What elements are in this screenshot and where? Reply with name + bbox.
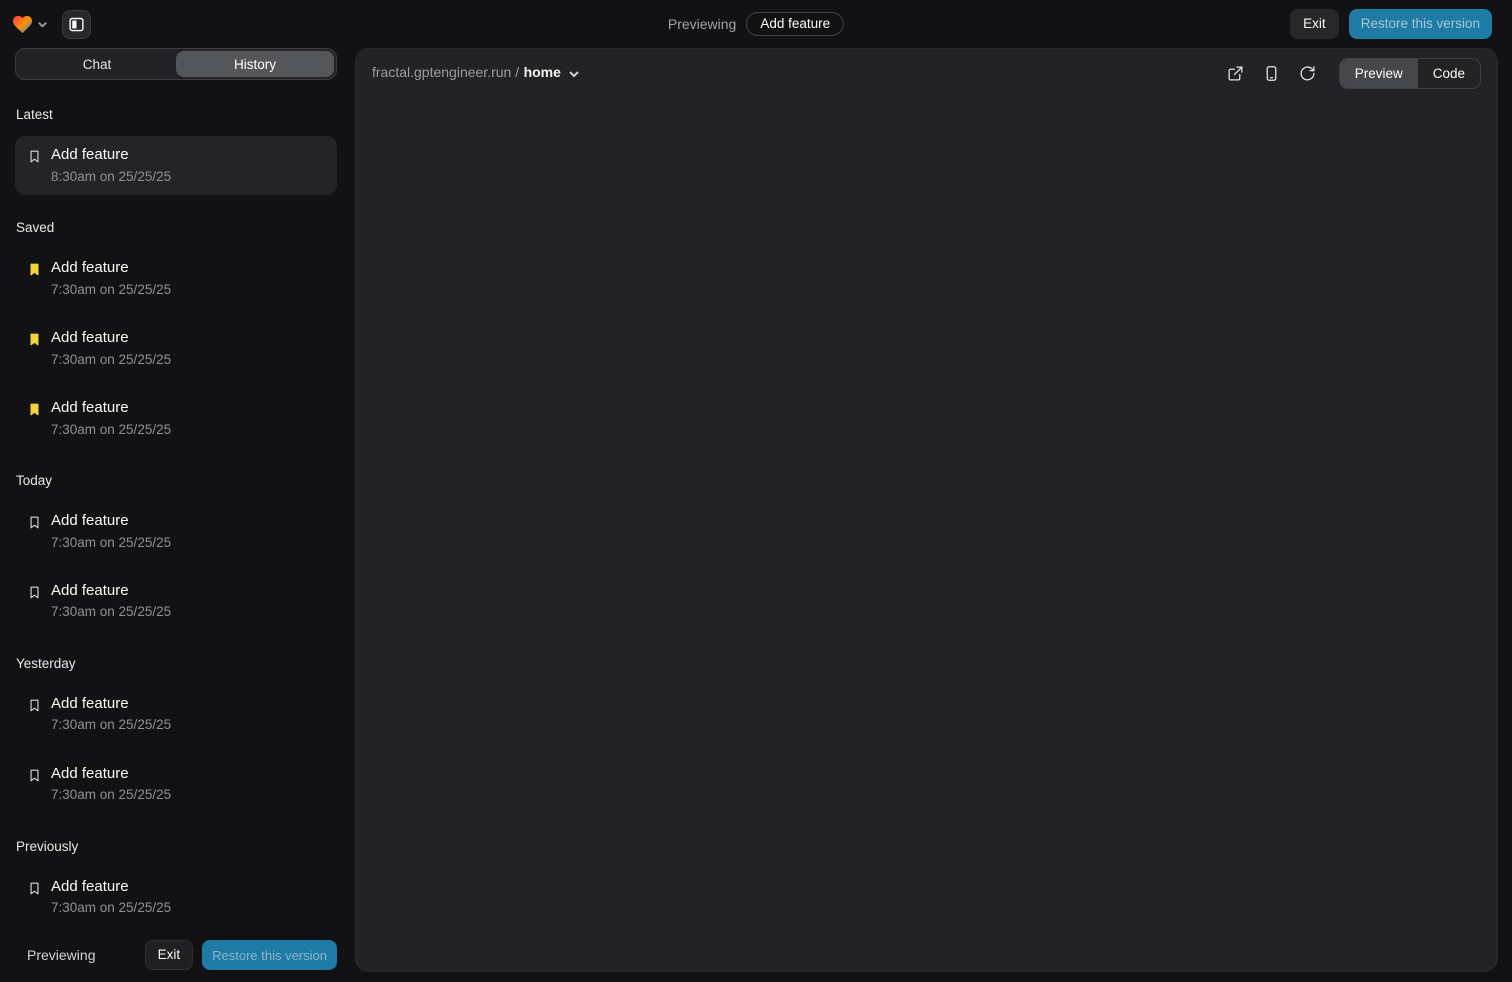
version-timestamp: 7:30am on 25/25/25	[51, 717, 171, 733]
version-item[interactable]: Add feature 7:30am on 25/25/25	[15, 685, 337, 744]
tab-chat[interactable]: Chat	[18, 51, 176, 77]
version-title: Add feature	[51, 329, 171, 348]
tab-history[interactable]: History	[176, 51, 334, 77]
content-area: Chat History Latest Add feature 8:30am o…	[0, 48, 1512, 982]
heart-logo-icon	[12, 15, 33, 34]
exit-button[interactable]: Exit	[1290, 9, 1339, 39]
refresh-button[interactable]	[1299, 65, 1316, 82]
bookmark-icon	[27, 402, 42, 417]
version-timestamp: 7:30am on 25/25/25	[51, 787, 171, 803]
bookmark-icon	[27, 881, 42, 896]
topbar-left	[12, 10, 91, 39]
previewing-label: Previewing	[668, 16, 736, 32]
footer-restore-version-button[interactable]: Restore this version	[202, 940, 337, 970]
preview-viewport[interactable]	[356, 97, 1497, 971]
version-title: Add feature	[51, 399, 171, 418]
version-timestamp: 7:30am on 25/25/25	[51, 352, 171, 368]
panel-left-icon	[68, 16, 85, 33]
chevron-down-icon	[37, 19, 48, 30]
footer-exit-button[interactable]: Exit	[145, 940, 194, 970]
version-title: Add feature	[51, 695, 171, 714]
version-item[interactable]: Add feature 7:30am on 25/25/25	[15, 389, 337, 448]
preview-tools: Preview Code	[1227, 58, 1481, 89]
preview-code-toggle: Preview Code	[1339, 58, 1481, 89]
preview-panel: fractal.gptengineer.run / home	[355, 48, 1498, 972]
section-items: Add feature 7:30am on 25/25/25 Add featu…	[15, 868, 337, 937]
version-timestamp: 7:30am on 25/25/25	[51, 282, 171, 298]
url-breadcrumb[interactable]: fractal.gptengineer.run / home	[372, 64, 580, 82]
version-title: Add feature	[51, 765, 171, 784]
bookmark-icon	[27, 149, 42, 164]
version-name-pill[interactable]: Add feature	[746, 12, 844, 36]
sidebar-tabs: Chat History	[15, 48, 337, 80]
app-logo-menu[interactable]	[12, 15, 48, 34]
topbar-center: Previewing Add feature	[668, 0, 844, 48]
refresh-icon	[1299, 65, 1316, 82]
history-section: Yesterday Add feature 7:30am on 25/25/25…	[15, 656, 337, 814]
version-item[interactable]: Add feature 7:30am on 25/25/25	[15, 319, 337, 378]
topbar-right: Exit Restore this version	[1290, 9, 1492, 39]
history-section: Today Add feature 7:30am on 25/25/25 Add…	[15, 473, 337, 631]
mobile-view-button[interactable]	[1263, 65, 1280, 82]
section-items: Add feature 7:30am on 25/25/25 Add featu…	[15, 249, 337, 448]
version-timestamp: 7:30am on 25/25/25	[51, 604, 171, 620]
section-items: Add feature 7:30am on 25/25/25 Add featu…	[15, 685, 337, 814]
footer-actions: Exit Restore this version	[145, 940, 337, 970]
section-title: Latest	[16, 107, 337, 122]
version-item[interactable]: Add feature 8:30am on 25/25/25	[15, 136, 337, 195]
version-title: Add feature	[51, 146, 171, 165]
bookmark-icon	[27, 698, 42, 713]
version-timestamp: 7:30am on 25/25/25	[51, 422, 171, 438]
toggle-code[interactable]: Code	[1418, 59, 1480, 88]
open-in-new-tab-button[interactable]	[1227, 65, 1244, 82]
bookmark-icon	[27, 332, 42, 347]
external-link-icon	[1227, 65, 1244, 82]
version-title: Add feature	[51, 259, 171, 278]
history-section: Previously Add feature 7:30am on 25/25/2…	[15, 839, 337, 937]
bookmark-icon	[27, 768, 42, 783]
version-timestamp: 8:30am on 25/25/25	[51, 169, 171, 185]
history-sidebar: Chat History Latest Add feature 8:30am o…	[15, 48, 337, 982]
section-title: Yesterday	[16, 656, 337, 671]
footer-previewing-label: Previewing	[27, 947, 95, 963]
restore-version-button[interactable]: Restore this version	[1349, 9, 1492, 39]
version-item[interactable]: Add feature 7:30am on 25/25/25	[15, 868, 337, 927]
url-domain: fractal.gptengineer.run /	[372, 64, 519, 80]
section-title: Saved	[16, 220, 337, 235]
toggle-preview[interactable]: Preview	[1340, 59, 1418, 88]
bookmark-icon	[27, 585, 42, 600]
sidebar-footer: Previewing Exit Restore this version	[15, 936, 337, 982]
history-section: Latest Add feature 8:30am on 25/25/25	[15, 107, 337, 195]
version-item[interactable]: Add feature 7:30am on 25/25/25	[15, 502, 337, 561]
version-timestamp: 7:30am on 25/25/25	[51, 900, 171, 916]
version-item[interactable]: Add feature 7:30am on 25/25/25	[15, 572, 337, 631]
version-title: Add feature	[51, 582, 171, 601]
history-section: Saved Add feature 7:30am on 25/25/25 Add…	[15, 220, 337, 448]
version-title: Add feature	[51, 512, 171, 531]
section-items: Add feature 8:30am on 25/25/25	[15, 136, 337, 195]
topbar: Previewing Add feature Exit Restore this…	[0, 0, 1512, 48]
preview-header: fractal.gptengineer.run / home	[356, 49, 1497, 97]
version-item[interactable]: Add feature 7:30am on 25/25/25	[15, 249, 337, 308]
url-page: home	[524, 64, 561, 80]
section-title: Today	[16, 473, 337, 488]
smartphone-icon	[1263, 65, 1280, 82]
chevron-down-icon	[568, 68, 580, 80]
section-items: Add feature 7:30am on 25/25/25 Add featu…	[15, 502, 337, 631]
bookmark-icon	[27, 515, 42, 530]
version-title: Add feature	[51, 878, 171, 897]
bookmark-icon	[27, 262, 42, 277]
version-item[interactable]: Add feature 7:30am on 25/25/25	[15, 755, 337, 814]
sidebar-toggle-button[interactable]	[62, 10, 91, 39]
history-list: Latest Add feature 8:30am on 25/25/25 Sa…	[15, 80, 337, 936]
section-title: Previously	[16, 839, 337, 854]
version-timestamp: 7:30am on 25/25/25	[51, 535, 171, 551]
